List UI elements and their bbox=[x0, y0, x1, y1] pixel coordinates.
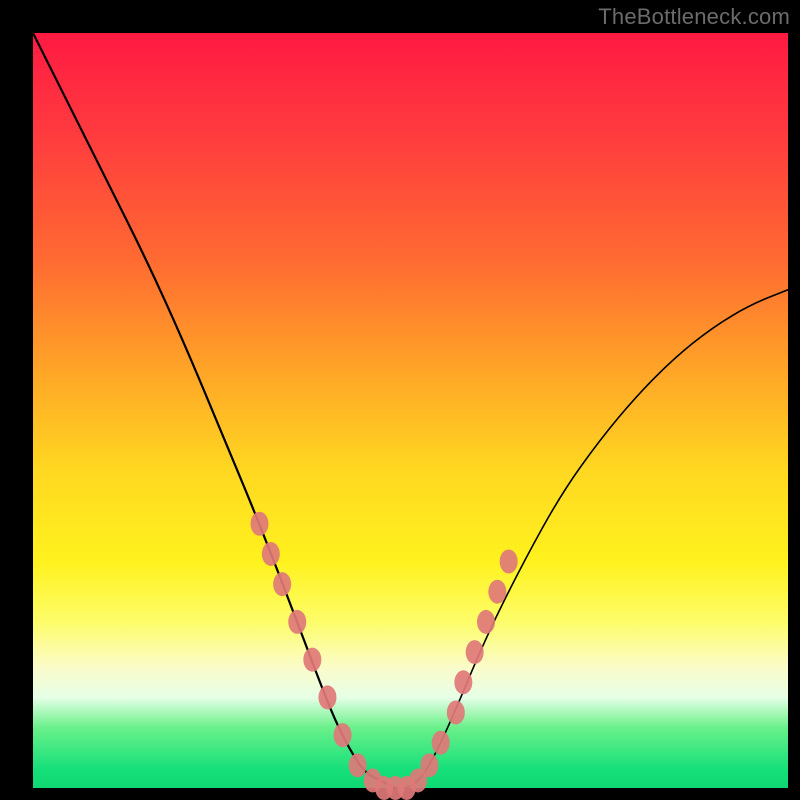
curve-marker bbox=[447, 701, 465, 725]
curve-marker bbox=[466, 640, 484, 664]
curve-marker bbox=[488, 580, 506, 604]
curve-marker bbox=[477, 610, 495, 634]
curve-marker bbox=[251, 512, 269, 536]
curve-marker bbox=[262, 542, 280, 566]
marker-group bbox=[251, 512, 518, 800]
curve-svg bbox=[33, 33, 788, 788]
curve-marker bbox=[273, 572, 291, 596]
watermark-text: TheBottleneck.com bbox=[598, 4, 790, 30]
curve-left-branch bbox=[33, 33, 395, 788]
curve-marker bbox=[349, 753, 367, 777]
plot-area bbox=[33, 33, 788, 788]
curve-marker bbox=[334, 723, 352, 747]
curve-marker bbox=[454, 670, 472, 694]
outer-frame: TheBottleneck.com bbox=[0, 0, 800, 800]
curve-marker bbox=[288, 610, 306, 634]
curve-marker bbox=[432, 731, 450, 755]
curve-marker bbox=[318, 685, 336, 709]
curve-marker bbox=[500, 550, 518, 574]
curve-marker bbox=[420, 753, 438, 777]
curve-marker bbox=[303, 648, 321, 672]
